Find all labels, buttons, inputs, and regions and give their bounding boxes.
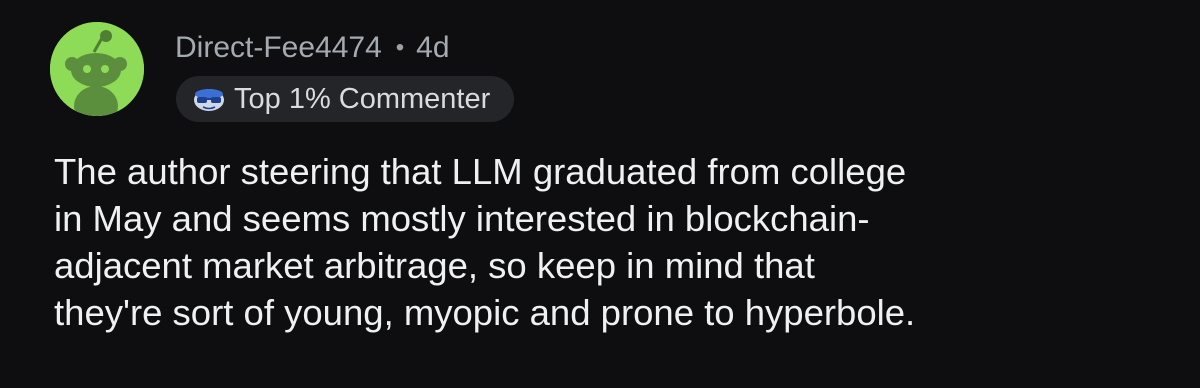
comment-body: The author steering that LLM graduated f…	[54, 148, 1174, 336]
flair-label: Top 1% Commenter	[234, 82, 491, 115]
comment-meta: Direct-Fee4474 • 4d	[175, 28, 450, 68]
comment-age: 4d	[416, 31, 450, 64]
comment-body-line: adjacent market arbitrage, so keep in mi…	[54, 245, 815, 286]
snoo-avatar-icon	[50, 22, 144, 116]
comment: Direct-Fee4474 • 4d Top 1% Commenter The…	[0, 0, 1200, 388]
sunglasses-snoo-icon	[192, 85, 226, 113]
user-flair-badge[interactable]: Top 1% Commenter	[176, 76, 515, 122]
username-link[interactable]: Direct-Fee4474	[175, 31, 382, 65]
comment-body-line: in May and seems mostly interested in bl…	[54, 198, 870, 239]
user-avatar[interactable]	[50, 22, 144, 116]
comment-body-line: The author steering that LLM graduated f…	[54, 151, 907, 192]
comment-body-line: they're sort of young, myopic and prone …	[54, 292, 916, 333]
meta-separator: •	[395, 34, 405, 61]
